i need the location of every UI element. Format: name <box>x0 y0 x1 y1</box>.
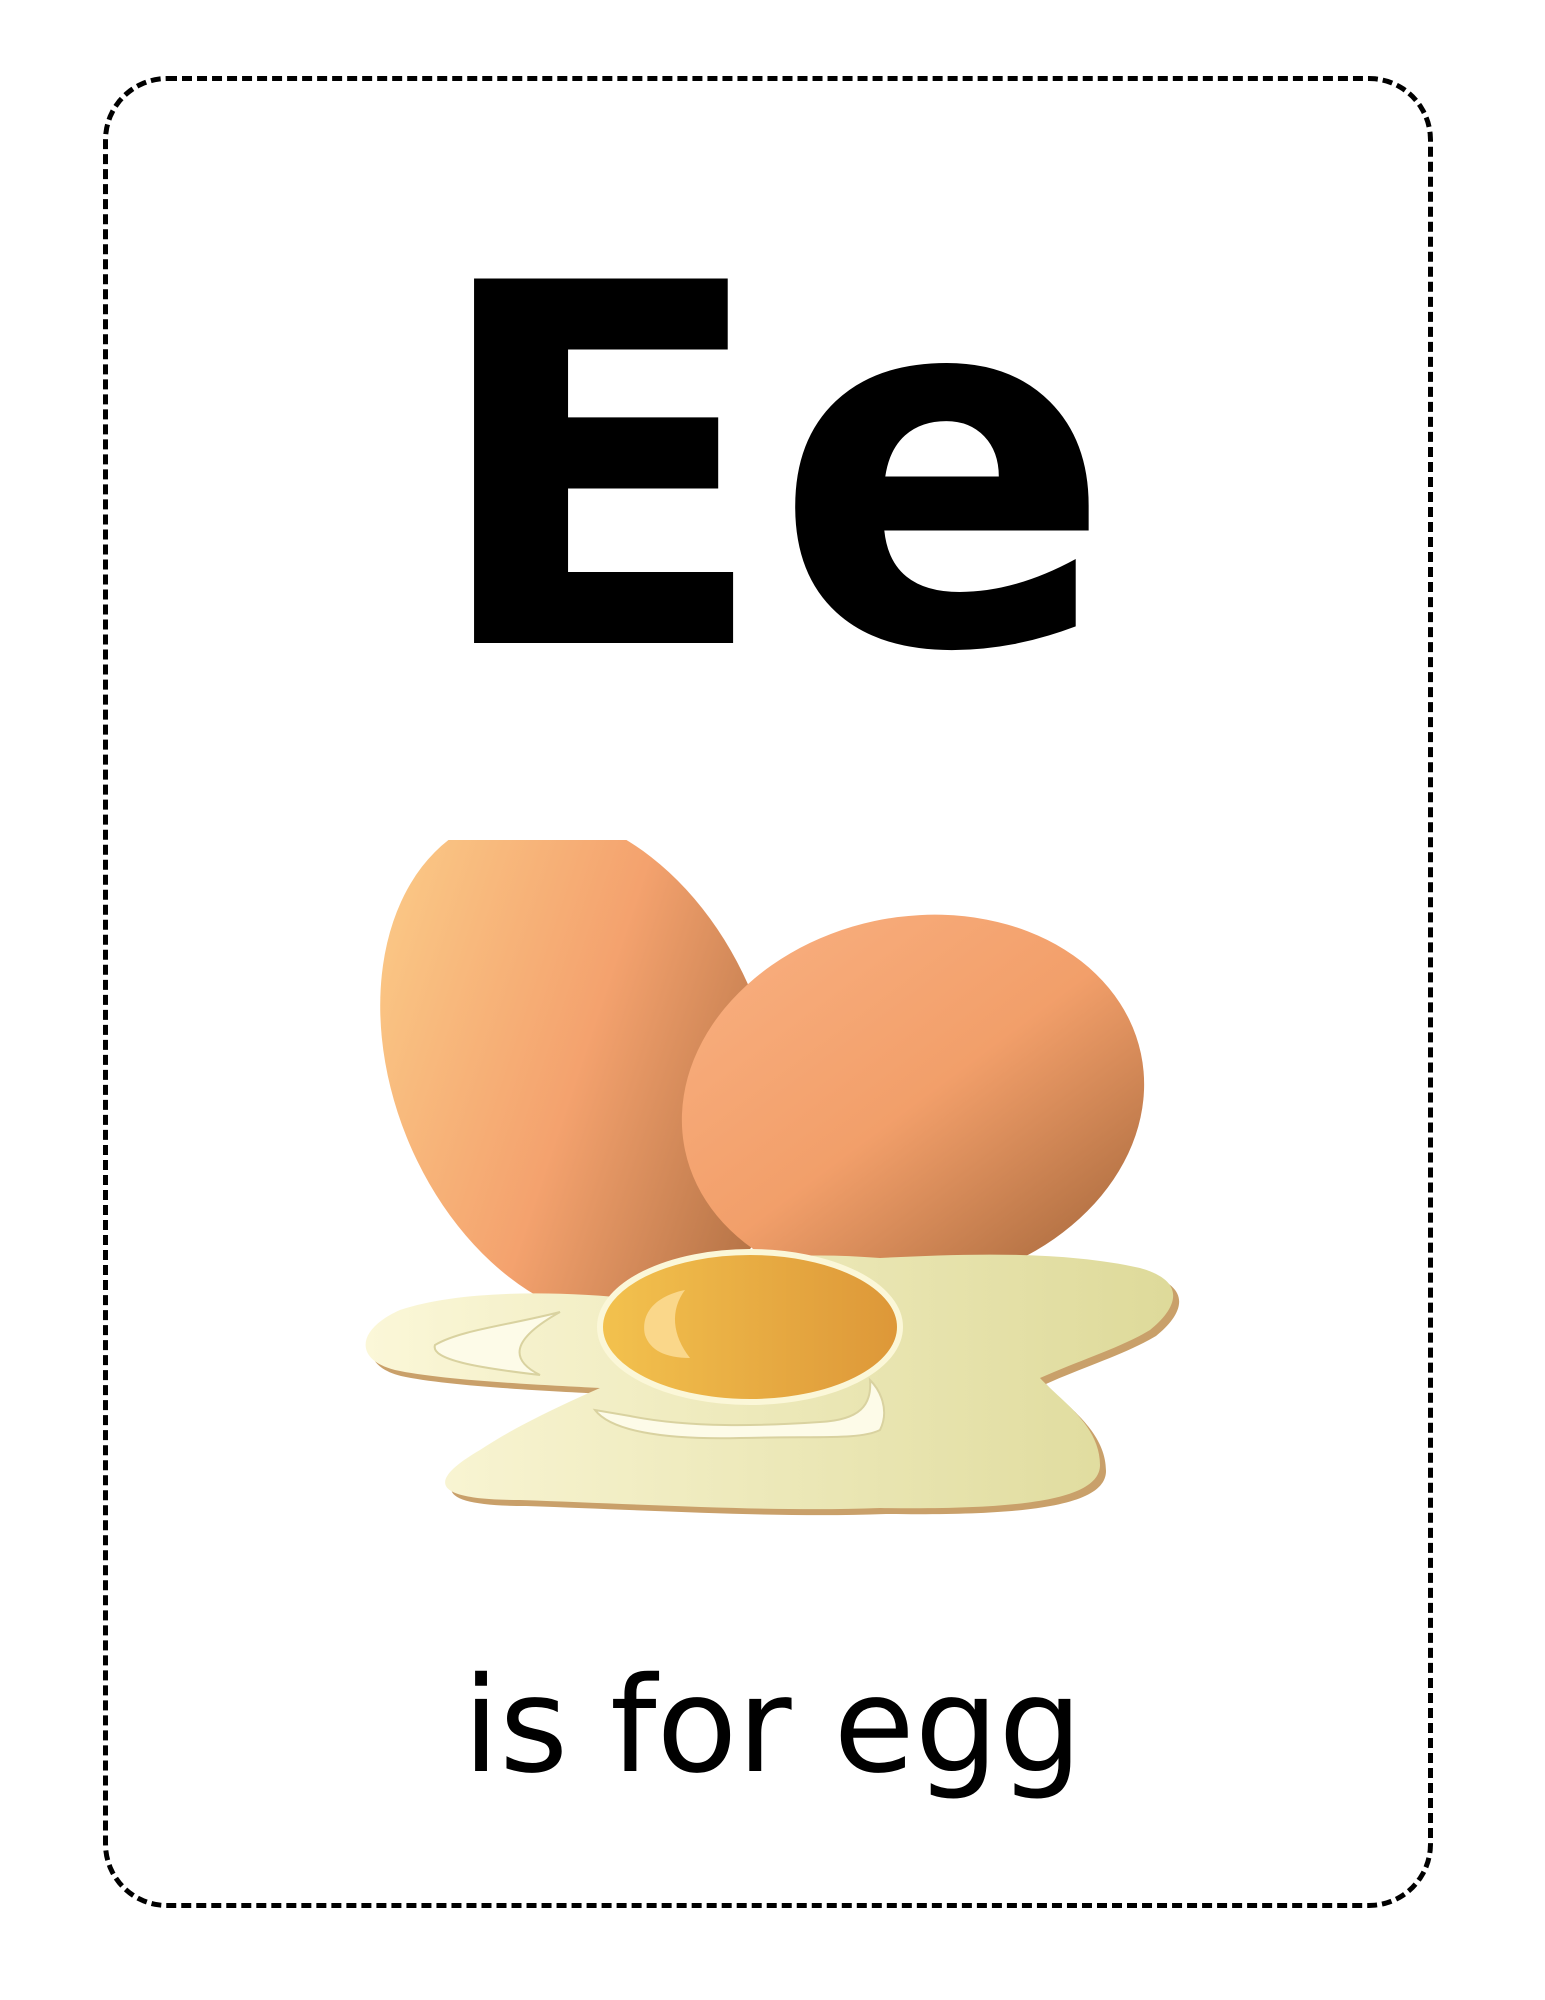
egg-icon <box>365 811 1180 1516</box>
egg-illustration <box>360 811 1200 1580</box>
card-letter: Ee <box>428 179 1117 761</box>
card-caption: is for egg <box>462 1649 1083 1803</box>
